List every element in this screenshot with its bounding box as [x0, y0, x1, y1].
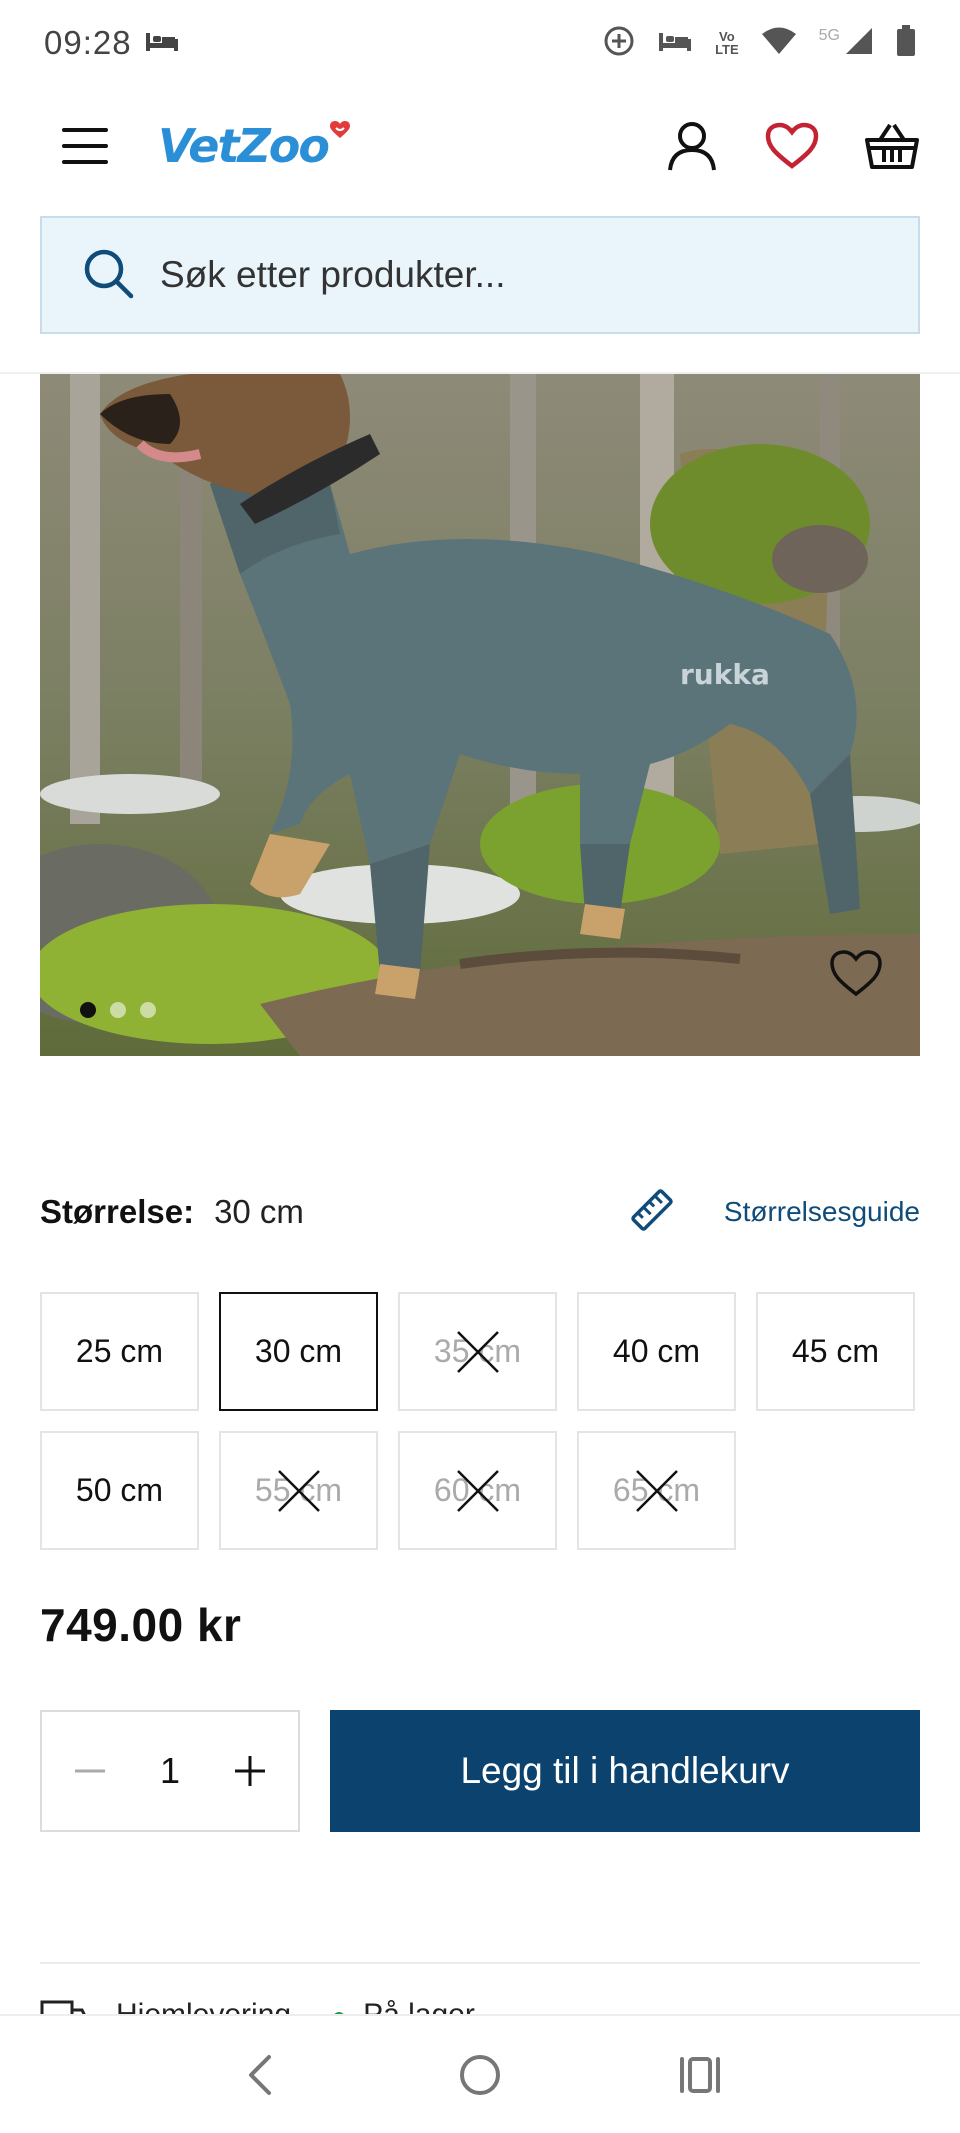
search-input[interactable]	[160, 254, 860, 296]
size-option-35[interactable]: 35 cm	[398, 1292, 557, 1411]
heart-icon[interactable]	[764, 118, 820, 174]
battery-icon	[896, 24, 916, 62]
size-option-25[interactable]: 25 cm	[40, 1292, 199, 1411]
user-icon[interactable]	[664, 118, 720, 174]
size-option-50[interactable]: 50 cm	[40, 1431, 199, 1550]
size-guide-label: Størrelsesguide	[723, 1196, 920, 1227]
size-option-40[interactable]: 40 cm	[577, 1292, 736, 1411]
volte-bottom: LTE	[715, 42, 739, 57]
logo[interactable]: VetZoo	[158, 119, 351, 173]
size-option-60[interactable]: 60 cm	[398, 1431, 557, 1550]
sleep-icon	[144, 29, 180, 58]
size-option-label: 30 cm	[254, 1333, 343, 1369]
size-label: Størrelse:	[40, 1193, 195, 1230]
size-option-30[interactable]: 30 cm	[219, 1292, 378, 1411]
size-options: 25 cm 30 cm 35 cm 40 cm 45 cm 50 cm 55 c…	[40, 1292, 924, 1550]
dog-raincoat-photo: rukka	[40, 374, 920, 1056]
section-divider	[40, 1962, 920, 1964]
add-to-cart-button[interactable]: Legg til i handlekurv	[330, 1710, 920, 1832]
unavailable-cross-icon	[277, 1469, 320, 1512]
recents-icon[interactable]	[665, 2040, 735, 2110]
product-image[interactable]: rukka	[40, 374, 920, 1056]
wifi-icon	[761, 27, 797, 60]
increase-quantity-button[interactable]	[230, 1751, 270, 1791]
site-header: VetZoo	[0, 86, 960, 206]
size-option-45[interactable]: 45 cm	[756, 1292, 915, 1411]
size-option-label: 50 cm	[75, 1472, 164, 1508]
minus-icon	[75, 1769, 105, 1773]
quantity-value[interactable]: 1	[160, 1750, 180, 1792]
home-icon[interactable]	[445, 2040, 515, 2110]
sleep-icon	[657, 29, 693, 58]
logo-text: VetZoo	[158, 119, 330, 173]
size-row: Størrelse: 30 cm Størrelsesguide	[40, 1180, 920, 1244]
size-option-65[interactable]: 65 cm	[577, 1431, 736, 1550]
logo-heart-icon	[330, 121, 351, 144]
carousel-dot[interactable]	[80, 1002, 96, 1018]
carousel-dot[interactable]	[140, 1002, 156, 1018]
size-option-label: 45 cm	[791, 1333, 880, 1369]
back-icon[interactable]	[225, 2040, 295, 2110]
carousel-dot[interactable]	[110, 1002, 126, 1018]
size-selected-value: 30 cm	[214, 1193, 304, 1230]
basket-icon[interactable]	[864, 118, 920, 174]
image-carousel-dots	[80, 1002, 156, 1018]
size-option-label: 40 cm	[612, 1333, 701, 1369]
size-option-label: 25 cm	[75, 1333, 164, 1369]
status-bar: 09:28 Vo LTE 5G	[0, 0, 960, 86]
wishlist-heart-icon[interactable]	[828, 948, 888, 1004]
coat-brand-text: rukka	[680, 658, 770, 691]
search-bar[interactable]	[40, 216, 920, 334]
size-guide-link[interactable]: Størrelsesguide	[628, 1186, 920, 1239]
decrease-quantity-button[interactable]	[70, 1751, 110, 1791]
volte-icon: Vo LTE	[715, 30, 739, 56]
product-price: 749.00 kr	[40, 1599, 242, 1651]
network-type: 5G	[818, 27, 840, 44]
menu-icon[interactable]	[62, 128, 108, 164]
system-nav-bar	[0, 2014, 960, 2133]
data-saver-icon	[603, 25, 635, 62]
status-time: 09:28	[44, 24, 132, 61]
search-icon[interactable]	[82, 247, 134, 304]
quantity-stepper: 1	[40, 1710, 300, 1832]
ruler-icon	[628, 1186, 676, 1239]
unavailable-cross-icon	[456, 1469, 499, 1512]
signal-icon	[844, 26, 874, 61]
size-option-55[interactable]: 55 cm	[219, 1431, 378, 1550]
unavailable-cross-icon	[635, 1469, 678, 1512]
unavailable-cross-icon	[456, 1330, 499, 1373]
plus-icon	[235, 1756, 265, 1786]
